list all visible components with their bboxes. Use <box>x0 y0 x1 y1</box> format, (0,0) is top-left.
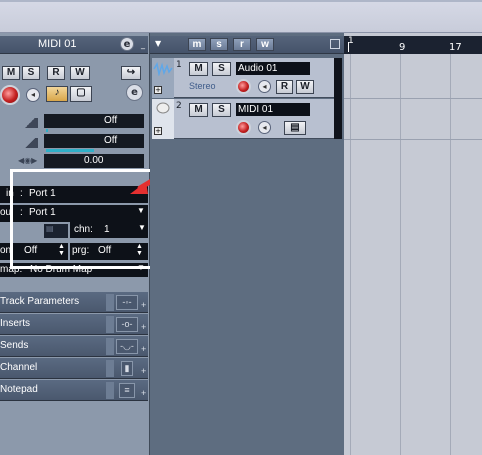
edit-instrument-button[interactable]: e <box>126 84 143 101</box>
volume-field[interactable]: Off <box>44 114 144 128</box>
section-divider <box>106 338 114 355</box>
section-notepad[interactable]: Notepad ≡ + <box>0 380 148 401</box>
expand-icon[interactable]: + <box>141 344 146 354</box>
pan-bar <box>46 149 94 152</box>
arrange-area <box>344 33 482 455</box>
expand-track-icon[interactable]: + <box>154 86 162 94</box>
section-sends[interactable]: Sends -◡- + <box>0 336 148 357</box>
write-automation-button[interactable]: W <box>70 66 90 80</box>
channel-fader-icon[interactable]: ▮ <box>121 361 133 376</box>
output-routing-icon[interactable]: ↪ <box>121 66 141 80</box>
section-label: Inserts <box>0 318 31 329</box>
solo-button[interactable]: S <box>22 66 40 80</box>
track-mute-button[interactable]: M <box>189 62 208 76</box>
track-keyboard-icon[interactable]: ▤ <box>284 121 306 135</box>
midi-track-icon <box>156 102 170 114</box>
track-divider <box>344 98 482 99</box>
section-label: Channel <box>0 362 38 373</box>
edit-channel-button[interactable]: e <box>120 37 134 51</box>
track-parameters-icon[interactable]: -◦- <box>116 295 138 310</box>
global-mute-button[interactable]: m <box>188 38 206 51</box>
track-read-button[interactable]: R <box>276 80 293 94</box>
volume-value: Off <box>104 115 118 126</box>
ruler-mark: 17 <box>449 42 462 53</box>
waveform-icon <box>153 62 173 76</box>
inspector-header: MIDI 01 e _ <box>0 36 148 54</box>
pan-field[interactable]: Off <box>44 134 144 148</box>
section-track-parameters[interactable]: Track Parameters -◦- + <box>0 292 148 313</box>
grid-line <box>350 54 351 455</box>
section-divider <box>106 360 114 377</box>
track-solo-button[interactable]: S <box>212 103 231 117</box>
track-number: 2 <box>176 101 182 111</box>
ruler-mark: 9 <box>399 42 406 53</box>
track-scroll-strip[interactable] <box>334 58 342 139</box>
delay-icon: ◀◉▶ <box>18 156 38 165</box>
track-number: 1 <box>176 60 182 70</box>
section-divider <box>106 382 114 399</box>
track-menu-icon[interactable]: ▼ <box>155 39 161 48</box>
timeline-ruler[interactable]: 1 9 17 <box>344 36 482 54</box>
window-toggle-icon[interactable] <box>330 39 340 49</box>
record-enable-button[interactable] <box>0 85 20 105</box>
track-name-field[interactable]: Audio 01 <box>236 62 310 75</box>
mute-button[interactable]: M <box>2 66 20 80</box>
window-toolbar <box>0 0 482 33</box>
track-record-button[interactable] <box>236 79 251 94</box>
track-solo-button[interactable]: S <box>212 62 231 76</box>
grid-line <box>450 54 451 455</box>
track-list-header: ▼ m s r w <box>150 36 344 54</box>
delay-field[interactable]: 0.00 <box>44 154 144 168</box>
section-divider <box>106 316 114 333</box>
expand-icon[interactable]: + <box>141 300 146 310</box>
expand-icon[interactable]: + <box>141 388 146 398</box>
section-label: Sends <box>0 340 29 351</box>
track-row-audio[interactable]: + 1 M S Audio 01 Stereo ◂ R W <box>152 58 342 98</box>
expand-icon[interactable]: + <box>141 322 146 332</box>
global-write-button[interactable]: w <box>256 38 274 51</box>
section-label: Track Parameters <box>0 296 80 307</box>
track-color-strip: + <box>152 58 174 98</box>
pan-value: Off <box>104 135 118 146</box>
sends-icon[interactable]: -◡- <box>116 339 138 354</box>
track-color-strip: + <box>152 99 174 139</box>
track-divider <box>344 139 482 140</box>
track-monitor-icon[interactable]: ◂ <box>258 121 271 134</box>
volume-icon <box>22 118 38 128</box>
section-inserts[interactable]: Inserts -o- + <box>0 314 148 335</box>
expand-icon[interactable]: + <box>141 366 146 376</box>
track-record-button[interactable] <box>236 120 251 135</box>
pan-icon <box>22 138 38 148</box>
track-row-midi[interactable]: + 2 M S MIDI 01 ◂ ▤ <box>152 99 342 139</box>
section-divider <box>106 294 114 311</box>
lane-music-icon[interactable]: ♪ <box>46 86 68 102</box>
left-locator-icon[interactable] <box>348 42 352 52</box>
expand-track-icon[interactable]: + <box>154 127 162 135</box>
track-type-label: Stereo <box>189 81 216 91</box>
track-mute-button[interactable]: M <box>189 103 208 117</box>
track-monitor-icon[interactable]: ◂ <box>258 80 271 93</box>
global-solo-button[interactable]: s <box>210 38 228 51</box>
lock-icon[interactable]: ▢ <box>70 86 92 102</box>
monitor-speaker-icon[interactable]: ◂ <box>26 88 40 102</box>
inserts-icon[interactable]: -o- <box>116 317 138 332</box>
track-write-button[interactable]: W <box>296 80 314 94</box>
volume-bar <box>46 129 48 132</box>
section-channel[interactable]: Channel ▮ + <box>0 358 148 379</box>
grid-line <box>400 54 401 455</box>
read-automation-button[interactable]: R <box>47 66 65 80</box>
track-name-field[interactable]: MIDI 01 <box>236 103 310 116</box>
delay-value: 0.00 <box>84 155 104 166</box>
global-read-button[interactable]: r <box>233 38 251 51</box>
section-label: Notepad <box>0 384 38 395</box>
collapse-icon[interactable]: _ <box>141 40 145 49</box>
inspector-title: MIDI 01 <box>38 38 77 50</box>
notepad-icon[interactable]: ≡ <box>119 383 135 398</box>
